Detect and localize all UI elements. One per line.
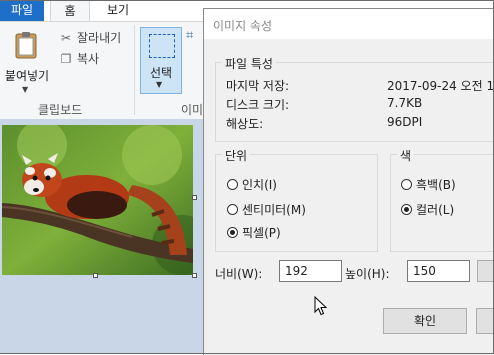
- resize-handle-right[interactable]: [192, 195, 197, 200]
- image-properties-dialog: 이미지 속성 파일 특성 마지막 저장: 2017-09-24 오전 1 디스크…: [203, 8, 494, 355]
- clipboard-group-label: 클립보드: [38, 103, 83, 117]
- image-group-label: 이미: [181, 103, 204, 117]
- units-legend: 단위: [222, 147, 251, 164]
- width-label: 너비(W):: [215, 267, 263, 281]
- units-centimeters-radio[interactable]: [227, 204, 238, 215]
- scissors-icon: ✂: [60, 31, 72, 45]
- ok-button[interactable]: 확인: [383, 308, 467, 334]
- cut-label: 잘라내기: [77, 31, 122, 45]
- colors-bw-label[interactable]: 흑백(B): [416, 176, 456, 193]
- tab-home[interactable]: 홈: [50, 0, 90, 22]
- colors-bw-radio[interactable]: [401, 179, 412, 190]
- chevron-down-icon: ▼: [156, 80, 163, 89]
- resolution-value: 96DPI: [387, 115, 423, 129]
- copy-label: 복사: [77, 52, 100, 66]
- tab-file[interactable]: 파일: [0, 0, 44, 21]
- tab-view[interactable]: 보기: [94, 0, 142, 21]
- colors-color-label[interactable]: 컬러(L): [416, 201, 454, 218]
- units-pixels-label[interactable]: 픽셀(P): [242, 224, 281, 241]
- units-inches-radio[interactable]: [227, 179, 238, 190]
- resolution-label: 해상도:: [226, 117, 264, 131]
- colors-legend: 색: [397, 147, 415, 164]
- height-input[interactable]: [407, 260, 470, 282]
- colors-color-radio[interactable]: [401, 204, 412, 215]
- clipboard-icon: [15, 32, 37, 59]
- width-input[interactable]: [279, 260, 342, 282]
- chevron-down-icon: ▼: [22, 85, 29, 94]
- disk-size-value: 7.7KB: [387, 96, 423, 110]
- dialog-titlebar[interactable]: 이미지 속성: [204, 9, 494, 39]
- units-centimeters-label[interactable]: 센티미터(M): [242, 201, 306, 218]
- copy-button[interactable]: ❐ 복사: [58, 50, 99, 68]
- group-divider: [134, 25, 135, 115]
- cancel-button-partial[interactable]: [476, 308, 494, 334]
- units-inches-label[interactable]: 인치(I): [242, 176, 277, 193]
- cut-button[interactable]: ✂ 잘라내기: [58, 29, 121, 47]
- last-saved-label: 마지막 저장:: [226, 79, 290, 93]
- dialog-title: 이미지 속성: [213, 19, 273, 33]
- disk-size-label: 디스크 크기:: [226, 98, 290, 112]
- copy-icon: ❐: [60, 52, 72, 66]
- mouse-cursor-icon: [314, 296, 328, 316]
- resize-handle-corner[interactable]: [192, 273, 197, 278]
- last-saved-value: 2017-09-24 오전 1: [387, 79, 494, 93]
- paste-label: 붙여넣기: [4, 69, 50, 83]
- paste-button[interactable]: 붙여넣기 ▼: [0, 27, 54, 107]
- units-pixels-radio[interactable]: [227, 227, 238, 238]
- select-label: 선택: [149, 66, 173, 80]
- crop-icon[interactable]: ⌗: [186, 29, 200, 43]
- select-button[interactable]: 선택 ▼: [140, 27, 182, 94]
- height-label: 높이(H):: [345, 267, 390, 281]
- resize-handle-bottom[interactable]: [93, 273, 98, 278]
- file-attributes-legend: 파일 특성: [222, 55, 276, 72]
- red-panda-image[interactable]: [2, 125, 193, 275]
- default-button-partial[interactable]: [477, 260, 494, 282]
- red-panda-photo: [2, 125, 193, 275]
- selection-rect-icon: [149, 34, 175, 58]
